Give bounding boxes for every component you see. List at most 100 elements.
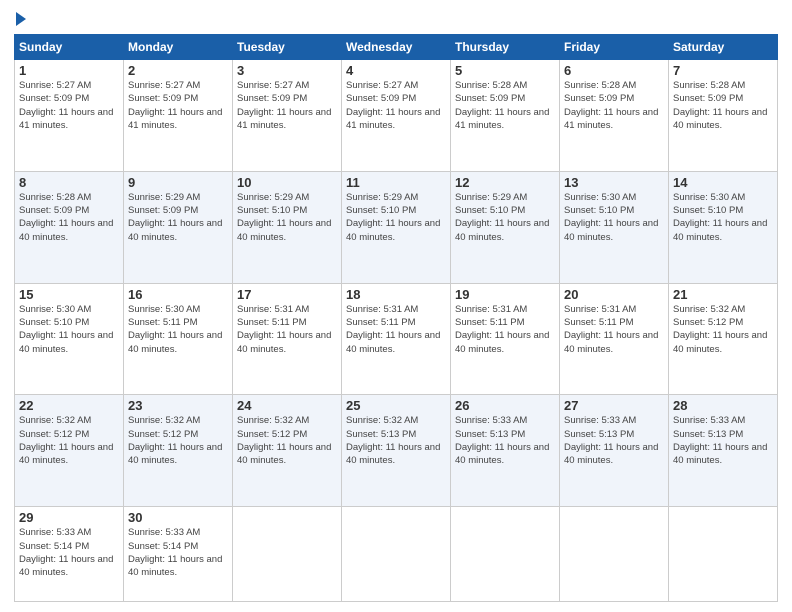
day-info: Sunrise: 5:32 AMSunset: 5:12 PMDaylight:… [19, 414, 119, 467]
day-number: 4 [346, 63, 446, 78]
day-info: Sunrise: 5:33 AMSunset: 5:14 PMDaylight:… [19, 526, 119, 579]
calendar-cell: 6Sunrise: 5:28 AMSunset: 5:09 PMDaylight… [560, 60, 669, 172]
day-info: Sunrise: 5:31 AMSunset: 5:11 PMDaylight:… [346, 303, 446, 356]
day-number: 11 [346, 175, 446, 190]
weekday-header-sunday: Sunday [15, 35, 124, 60]
weekday-header-row: SundayMondayTuesdayWednesdayThursdayFrid… [15, 35, 778, 60]
calendar-cell: 2Sunrise: 5:27 AMSunset: 5:09 PMDaylight… [124, 60, 233, 172]
calendar-cell: 28Sunrise: 5:33 AMSunset: 5:13 PMDayligh… [669, 395, 778, 507]
calendar-cell: 26Sunrise: 5:33 AMSunset: 5:13 PMDayligh… [451, 395, 560, 507]
day-number: 3 [237, 63, 337, 78]
calendar-cell: 12Sunrise: 5:29 AMSunset: 5:10 PMDayligh… [451, 171, 560, 283]
weekday-header-thursday: Thursday [451, 35, 560, 60]
calendar-cell: 14Sunrise: 5:30 AMSunset: 5:10 PMDayligh… [669, 171, 778, 283]
day-info: Sunrise: 5:29 AMSunset: 5:10 PMDaylight:… [237, 191, 337, 244]
day-number: 22 [19, 398, 119, 413]
calendar-cell: 29Sunrise: 5:33 AMSunset: 5:14 PMDayligh… [15, 507, 124, 602]
calendar-cell: 1Sunrise: 5:27 AMSunset: 5:09 PMDaylight… [15, 60, 124, 172]
page: SundayMondayTuesdayWednesdayThursdayFrid… [0, 0, 792, 612]
day-number: 28 [673, 398, 773, 413]
calendar-cell: 30Sunrise: 5:33 AMSunset: 5:14 PMDayligh… [124, 507, 233, 602]
calendar-week-row: 22Sunrise: 5:32 AMSunset: 5:12 PMDayligh… [15, 395, 778, 507]
day-number: 7 [673, 63, 773, 78]
day-info: Sunrise: 5:31 AMSunset: 5:11 PMDaylight:… [455, 303, 555, 356]
day-number: 5 [455, 63, 555, 78]
weekday-header-wednesday: Wednesday [342, 35, 451, 60]
calendar-cell: 25Sunrise: 5:32 AMSunset: 5:13 PMDayligh… [342, 395, 451, 507]
calendar-cell: 4Sunrise: 5:27 AMSunset: 5:09 PMDaylight… [342, 60, 451, 172]
day-info: Sunrise: 5:33 AMSunset: 5:13 PMDaylight:… [455, 414, 555, 467]
logo-arrow-icon [16, 12, 26, 26]
calendar-cell: 21Sunrise: 5:32 AMSunset: 5:12 PMDayligh… [669, 283, 778, 395]
day-number: 30 [128, 510, 228, 525]
header [14, 10, 778, 26]
calendar-week-row: 15Sunrise: 5:30 AMSunset: 5:10 PMDayligh… [15, 283, 778, 395]
calendar-cell: 22Sunrise: 5:32 AMSunset: 5:12 PMDayligh… [15, 395, 124, 507]
calendar-cell [451, 507, 560, 602]
calendar-cell: 20Sunrise: 5:31 AMSunset: 5:11 PMDayligh… [560, 283, 669, 395]
calendar-week-row: 8Sunrise: 5:28 AMSunset: 5:09 PMDaylight… [15, 171, 778, 283]
calendar-cell: 24Sunrise: 5:32 AMSunset: 5:12 PMDayligh… [233, 395, 342, 507]
day-number: 15 [19, 287, 119, 302]
day-info: Sunrise: 5:29 AMSunset: 5:10 PMDaylight:… [346, 191, 446, 244]
day-number: 17 [237, 287, 337, 302]
calendar-cell: 23Sunrise: 5:32 AMSunset: 5:12 PMDayligh… [124, 395, 233, 507]
day-info: Sunrise: 5:28 AMSunset: 5:09 PMDaylight:… [455, 79, 555, 132]
calendar-cell: 27Sunrise: 5:33 AMSunset: 5:13 PMDayligh… [560, 395, 669, 507]
weekday-header-saturday: Saturday [669, 35, 778, 60]
calendar-cell: 19Sunrise: 5:31 AMSunset: 5:11 PMDayligh… [451, 283, 560, 395]
calendar-cell: 16Sunrise: 5:30 AMSunset: 5:11 PMDayligh… [124, 283, 233, 395]
calendar-cell: 13Sunrise: 5:30 AMSunset: 5:10 PMDayligh… [560, 171, 669, 283]
calendar-cell: 5Sunrise: 5:28 AMSunset: 5:09 PMDaylight… [451, 60, 560, 172]
weekday-header-friday: Friday [560, 35, 669, 60]
day-info: Sunrise: 5:28 AMSunset: 5:09 PMDaylight:… [564, 79, 664, 132]
day-number: 9 [128, 175, 228, 190]
day-number: 25 [346, 398, 446, 413]
calendar-cell: 18Sunrise: 5:31 AMSunset: 5:11 PMDayligh… [342, 283, 451, 395]
day-info: Sunrise: 5:32 AMSunset: 5:12 PMDaylight:… [128, 414, 228, 467]
day-number: 16 [128, 287, 228, 302]
calendar-cell: 17Sunrise: 5:31 AMSunset: 5:11 PMDayligh… [233, 283, 342, 395]
day-info: Sunrise: 5:32 AMSunset: 5:12 PMDaylight:… [673, 303, 773, 356]
day-info: Sunrise: 5:28 AMSunset: 5:09 PMDaylight:… [19, 191, 119, 244]
day-info: Sunrise: 5:31 AMSunset: 5:11 PMDaylight:… [564, 303, 664, 356]
day-info: Sunrise: 5:31 AMSunset: 5:11 PMDaylight:… [237, 303, 337, 356]
day-number: 13 [564, 175, 664, 190]
day-number: 24 [237, 398, 337, 413]
calendar-cell [560, 507, 669, 602]
day-info: Sunrise: 5:27 AMSunset: 5:09 PMDaylight:… [19, 79, 119, 132]
day-info: Sunrise: 5:33 AMSunset: 5:13 PMDaylight:… [673, 414, 773, 467]
day-info: Sunrise: 5:27 AMSunset: 5:09 PMDaylight:… [237, 79, 337, 132]
day-info: Sunrise: 5:30 AMSunset: 5:10 PMDaylight:… [19, 303, 119, 356]
calendar-table: SundayMondayTuesdayWednesdayThursdayFrid… [14, 34, 778, 602]
day-number: 23 [128, 398, 228, 413]
weekday-header-monday: Monday [124, 35, 233, 60]
day-info: Sunrise: 5:30 AMSunset: 5:10 PMDaylight:… [564, 191, 664, 244]
calendar-cell: 9Sunrise: 5:29 AMSunset: 5:09 PMDaylight… [124, 171, 233, 283]
day-number: 2 [128, 63, 228, 78]
day-number: 6 [564, 63, 664, 78]
day-info: Sunrise: 5:33 AMSunset: 5:14 PMDaylight:… [128, 526, 228, 579]
calendar-week-row: 29Sunrise: 5:33 AMSunset: 5:14 PMDayligh… [15, 507, 778, 602]
day-number: 29 [19, 510, 119, 525]
calendar-cell: 15Sunrise: 5:30 AMSunset: 5:10 PMDayligh… [15, 283, 124, 395]
day-number: 12 [455, 175, 555, 190]
day-number: 19 [455, 287, 555, 302]
calendar-cell [669, 507, 778, 602]
day-info: Sunrise: 5:29 AMSunset: 5:09 PMDaylight:… [128, 191, 228, 244]
day-number: 21 [673, 287, 773, 302]
day-info: Sunrise: 5:33 AMSunset: 5:13 PMDaylight:… [564, 414, 664, 467]
weekday-header-tuesday: Tuesday [233, 35, 342, 60]
calendar-cell: 8Sunrise: 5:28 AMSunset: 5:09 PMDaylight… [15, 171, 124, 283]
day-info: Sunrise: 5:27 AMSunset: 5:09 PMDaylight:… [128, 79, 228, 132]
calendar-week-row: 1Sunrise: 5:27 AMSunset: 5:09 PMDaylight… [15, 60, 778, 172]
calendar-cell [342, 507, 451, 602]
day-number: 18 [346, 287, 446, 302]
calendar-cell: 7Sunrise: 5:28 AMSunset: 5:09 PMDaylight… [669, 60, 778, 172]
day-number: 26 [455, 398, 555, 413]
calendar-cell [233, 507, 342, 602]
day-number: 1 [19, 63, 119, 78]
day-info: Sunrise: 5:30 AMSunset: 5:10 PMDaylight:… [673, 191, 773, 244]
logo [14, 10, 26, 26]
day-info: Sunrise: 5:32 AMSunset: 5:12 PMDaylight:… [237, 414, 337, 467]
